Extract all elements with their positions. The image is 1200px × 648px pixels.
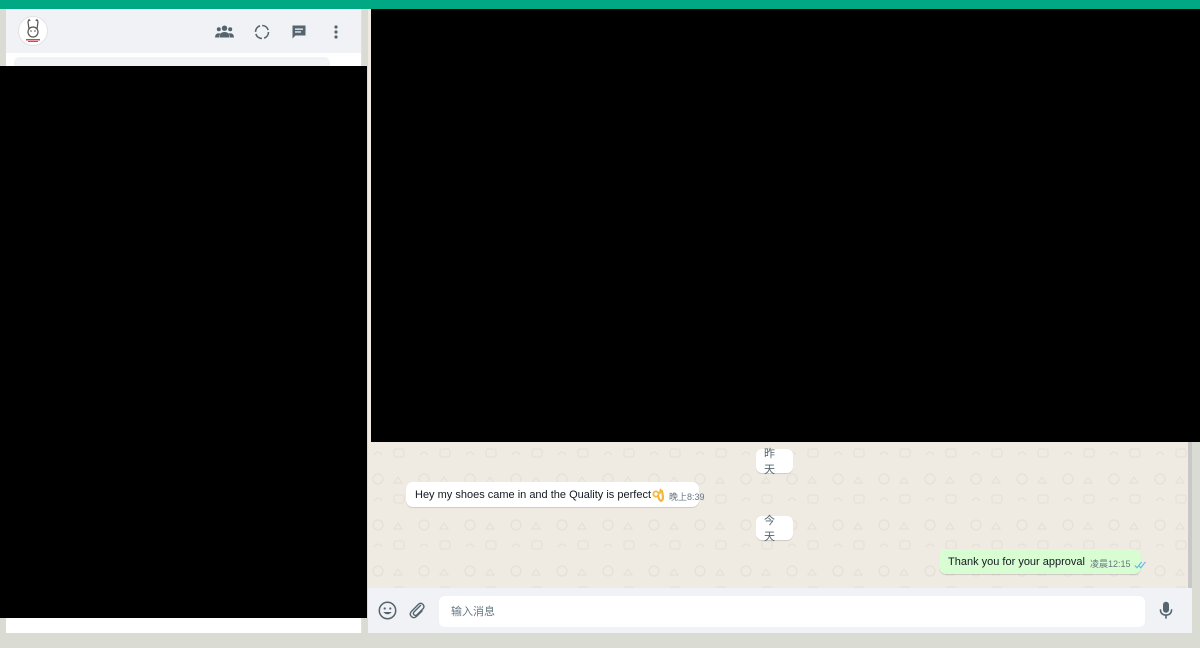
message-input[interactable] <box>439 596 1145 627</box>
new-chat-icon[interactable] <box>287 20 310 43</box>
message-time: 晚上8:39 <box>669 492 705 502</box>
outgoing-message[interactable]: Thank you for your approval 凌晨12:15 <box>939 549 1146 574</box>
message-text: Hey my shoes came in and the Quality is … <box>415 488 651 501</box>
date-divider: 今天 <box>756 515 793 543</box>
date-divider-label: 昨天 <box>764 448 775 476</box>
message-text: Thank you for your approval <box>948 555 1085 568</box>
community-icon[interactable] <box>213 20 236 43</box>
emoji-icon[interactable] <box>376 599 398 621</box>
profile-avatar[interactable] <box>18 16 48 46</box>
rabbit-logo-icon <box>26 19 40 42</box>
read-ticks-icon <box>1133 561 1146 574</box>
header-actions <box>213 20 347 43</box>
message-time: 凌晨12:15 <box>1089 559 1131 569</box>
date-divider: 昨天 <box>756 448 793 476</box>
redaction-block <box>0 66 367 618</box>
menu-icon[interactable] <box>324 20 347 43</box>
message-composer <box>368 588 1192 633</box>
status-icon[interactable] <box>250 20 273 43</box>
mic-icon[interactable] <box>1155 599 1177 621</box>
redaction-block <box>371 9 1200 442</box>
date-divider-label: 今天 <box>764 515 775 543</box>
chat-list-item[interactable] <box>16 627 356 633</box>
incoming-message[interactable]: Hey my shoes came in and the Quality is … <box>406 482 705 507</box>
ok-hand-emoji-icon <box>652 488 664 502</box>
top-accent-strip <box>0 0 1200 9</box>
message-list: 昨天 Hey my shoes came in and the Quality … <box>368 442 1192 588</box>
attach-icon[interactable] <box>406 599 428 621</box>
sidebar-header <box>6 9 361 53</box>
